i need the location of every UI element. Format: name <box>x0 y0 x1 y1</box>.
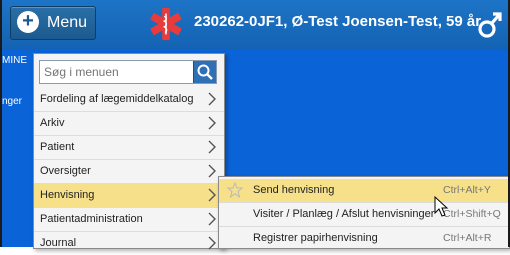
search-button[interactable] <box>193 61 216 83</box>
menu-item-label: Henvisning <box>40 189 95 201</box>
menu-search-box <box>39 60 217 84</box>
menu-item-oversigter[interactable]: Oversigter <box>34 160 224 183</box>
chevron-right-icon <box>208 164 216 178</box>
chevron-right-icon <box>208 116 216 130</box>
submenu-item-visiter[interactable]: Visiter / Planlæg / Afslut henvisninger … <box>219 203 509 226</box>
desktop-snippet: nger <box>2 96 23 107</box>
submenu-item-shortcut: Ctrl+Alt+R <box>443 232 492 244</box>
submenu-item-shortcut: Ctrl+Alt+Y <box>443 184 491 196</box>
menu-item-label: Arkiv <box>40 117 65 129</box>
submenu-item-label: Visiter / Planlæg / Afslut henvisninger <box>253 208 435 220</box>
menu-item-fordeling[interactable]: Fordeling af lægemiddelkatalog <box>34 88 224 111</box>
submenu-item-label: Send henvisning <box>253 184 335 196</box>
menu-item-henvisning[interactable]: Henvisning <box>34 184 224 207</box>
submenu-item-label: Registrer papirhenvisning <box>253 232 378 244</box>
menu-item-patientadministration[interactable]: Patientadministration <box>34 208 224 231</box>
chevron-right-icon <box>208 236 216 250</box>
menu-item-label: Patient <box>40 141 75 153</box>
chevron-right-icon <box>208 188 216 202</box>
menu-item-label: Oversigter <box>40 165 91 177</box>
header-bar: + Menu 230262-0JF1, Ø-Test Joensen-Test,… <box>2 0 508 50</box>
menu-item-label: Journal <box>40 237 77 249</box>
menu-search-input[interactable] <box>44 64 189 80</box>
desktop-snippet: MINE <box>2 55 27 66</box>
menu-item-label: Patientadministration <box>40 213 143 225</box>
chevron-right-icon <box>208 212 216 226</box>
menu-item-patient[interactable]: Patient <box>34 136 224 159</box>
male-symbol-icon <box>478 12 502 38</box>
main-menu-dropdown: Fordeling af lægemiddelkatalog Arkiv Pat… <box>33 53 225 250</box>
chevron-right-icon <box>208 92 216 106</box>
search-icon <box>197 64 213 80</box>
menu-item-journal[interactable]: Journal <box>34 232 224 255</box>
star-of-life-icon <box>150 7 182 41</box>
submenu-item-shortcut: Ctrl+Shift+Q <box>443 208 501 220</box>
menu-button-label: Menu <box>47 14 88 31</box>
star-icon[interactable] <box>227 182 243 198</box>
henvisning-submenu: Send henvisning Ctrl+Alt+Y Visiter / Pla… <box>218 176 510 249</box>
mouse-cursor-icon <box>434 196 449 217</box>
patient-info: 230262-0JF1, Ø-Test Joensen-Test, 59 år <box>194 13 482 30</box>
menu-item-label: Fordeling af lægemiddelkatalog <box>40 93 194 105</box>
chevron-right-icon <box>208 140 216 154</box>
menu-item-arkiv[interactable]: Arkiv <box>34 112 224 135</box>
submenu-item-send-henvisning[interactable]: Send henvisning Ctrl+Alt+Y <box>219 179 509 202</box>
